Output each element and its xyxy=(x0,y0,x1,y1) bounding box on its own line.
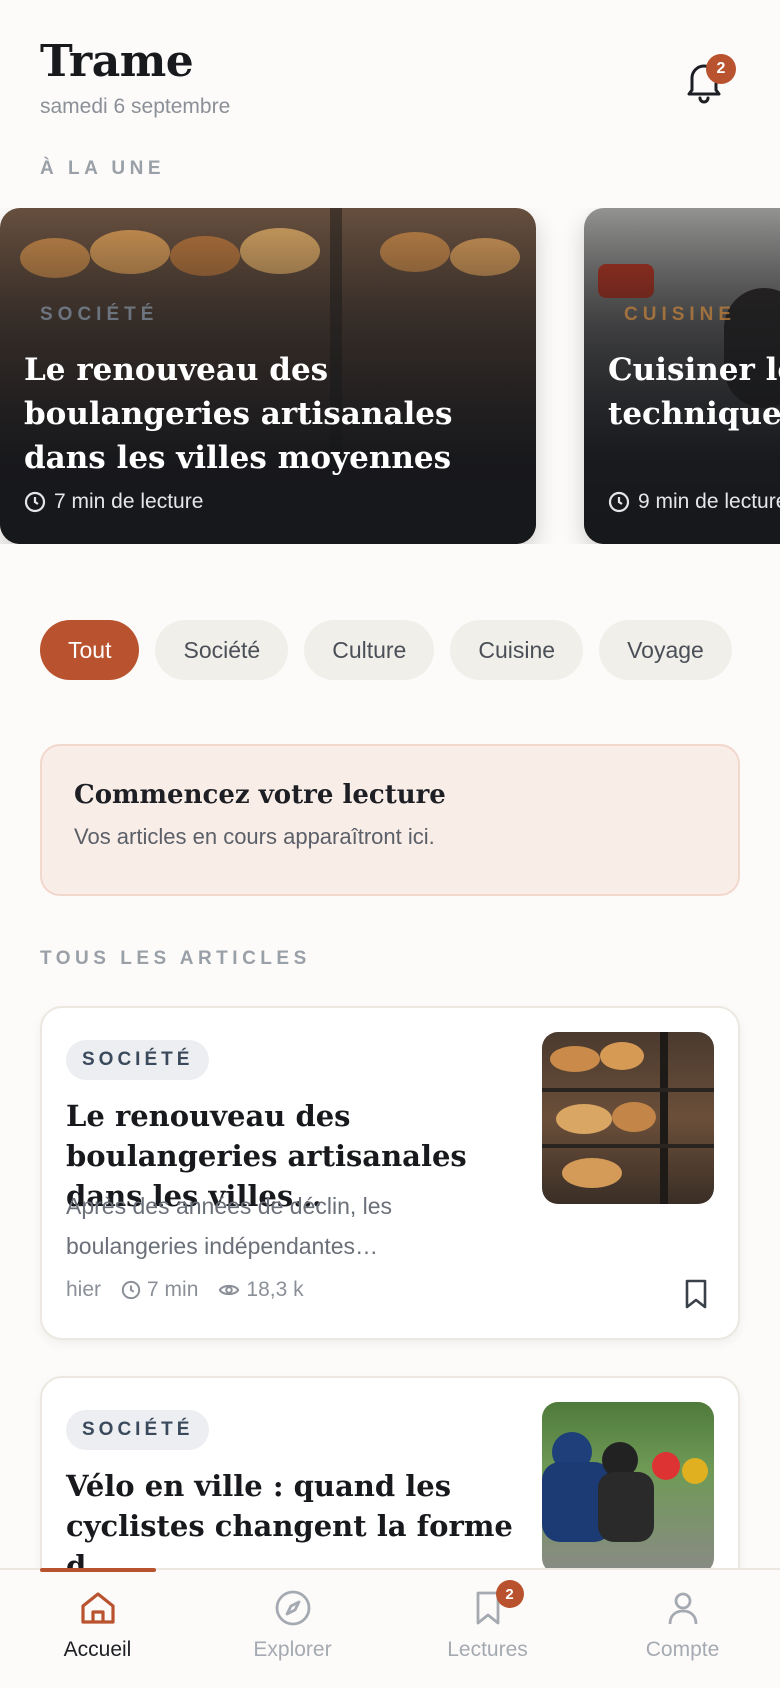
app-title: Trame xyxy=(40,36,194,87)
featured-title: Cuisiner les restes : les techniques pou… xyxy=(608,352,780,432)
featured-title: Le renouveau des boulangeries artisanale… xyxy=(24,352,453,476)
notifications-button[interactable]: 2 xyxy=(684,54,736,108)
bottom-navigation: Accueil Explorer 2 Lectures Compte xyxy=(0,1568,780,1688)
filter-chip-culture[interactable]: Culture xyxy=(304,620,435,680)
articles-section-label: TOUS LES ARTICLES xyxy=(40,948,311,969)
article-read-time: 7 min xyxy=(147,1278,199,1301)
home-icon xyxy=(80,1592,115,1624)
article-category-badge: SOCIÉTÉ xyxy=(66,1040,210,1080)
featured-card[interactable]: SOCIÉTÉ Le renouveau des boulangeries ar… xyxy=(0,208,536,544)
clock-icon xyxy=(608,491,630,513)
lectures-badge: 2 xyxy=(495,1580,524,1608)
empty-state-subtitle: Vos articles en cours apparaîtront ici. xyxy=(74,824,435,849)
nav-label-compte: Compte xyxy=(645,1638,720,1661)
eye-icon xyxy=(219,1284,240,1296)
article-excerpt: Après des années de déclin, les boulange… xyxy=(66,1193,393,1259)
nav-label-accueil: Accueil xyxy=(63,1638,132,1661)
nav-item-lectures[interactable]: 2 Lectures xyxy=(390,1570,585,1688)
continue-reading-empty-card: Commencez votre lecture Vos articles en … xyxy=(40,744,740,896)
nav-item-accueil[interactable]: Accueil xyxy=(0,1570,195,1688)
user-icon xyxy=(668,1592,697,1625)
featured-read-time: 9 min de lecture xyxy=(638,490,780,513)
filter-chip-societe[interactable]: Société xyxy=(155,620,289,680)
featured-card[interactable]: CUISINE Cuisiner les restes : les techni… xyxy=(584,208,780,544)
category-filter-bar: Tout Société Culture Cuisine Voyage xyxy=(40,620,732,680)
empty-state-title: Commencez votre lecture xyxy=(74,780,446,810)
featured-category: SOCIÉTÉ xyxy=(40,304,159,325)
nav-label-lectures: Lectures xyxy=(447,1638,528,1661)
clock-icon xyxy=(121,1280,141,1300)
nav-label-explorer: Explorer xyxy=(253,1638,332,1661)
app-header: Trame samedi 6 septembre 2 xyxy=(40,36,740,136)
featured-read-time: 7 min de lecture xyxy=(54,490,204,513)
article-date: hier xyxy=(66,1278,102,1301)
article-meta: hier 7 min 18,3 k xyxy=(66,1278,304,1302)
article-category-badge: SOCIÉTÉ xyxy=(66,1410,210,1450)
featured-meta: 7 min de lecture xyxy=(24,490,203,514)
filter-chip-tout[interactable]: Tout xyxy=(40,620,140,680)
compass-icon xyxy=(275,1590,310,1626)
filter-chip-cuisine[interactable]: Cuisine xyxy=(450,620,584,680)
article-views: 18,3 k xyxy=(246,1278,304,1301)
notifications-badge: 2 xyxy=(706,54,736,84)
app-date: samedi 6 septembre xyxy=(40,95,231,118)
article-thumbnail xyxy=(542,1402,714,1574)
article-thumbnail xyxy=(542,1032,714,1204)
featured-carousel[interactable]: SOCIÉTÉ Le renouveau des boulangeries ar… xyxy=(0,208,780,544)
clock-icon xyxy=(24,491,46,513)
bookmark-button[interactable] xyxy=(682,1278,710,1310)
nav-item-explorer[interactable]: Explorer xyxy=(195,1570,390,1688)
featured-meta: 9 min de lecture xyxy=(608,490,780,514)
nav-item-compte[interactable]: Compte xyxy=(585,1570,780,1688)
article-card[interactable]: SOCIÉTÉ Le renouveau des boulangeries ar… xyxy=(40,1006,740,1340)
filter-chip-voyage[interactable]: Voyage xyxy=(599,620,732,680)
featured-section-label: À LA UNE xyxy=(40,158,166,179)
featured-category: CUISINE xyxy=(624,304,737,325)
